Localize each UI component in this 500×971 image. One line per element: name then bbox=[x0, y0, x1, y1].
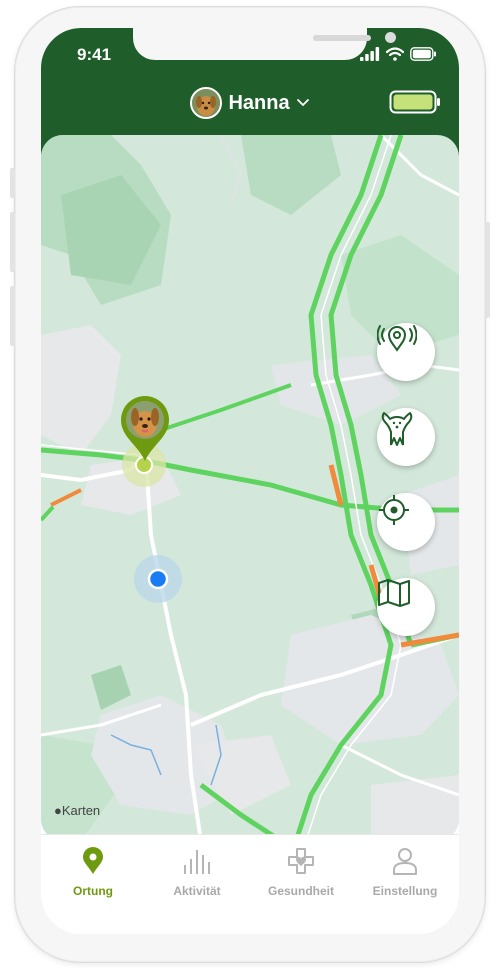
pet-pin-icon bbox=[121, 396, 169, 461]
map-attribution: ●Karten bbox=[54, 803, 100, 818]
pet-location-marker[interactable] bbox=[118, 393, 172, 463]
map-icon bbox=[378, 579, 410, 607]
tab-aktivitaet[interactable]: Aktivität bbox=[145, 847, 249, 898]
pet-focus-button[interactable] bbox=[377, 408, 435, 466]
health-cross-icon bbox=[288, 848, 314, 874]
tracker-battery-icon bbox=[389, 90, 440, 114]
phone-volume-up bbox=[10, 212, 15, 272]
tab-aktivitaet-label: Aktivität bbox=[173, 884, 221, 898]
map-attribution-label: Karten bbox=[61, 803, 101, 818]
phone-mute-switch bbox=[10, 168, 15, 198]
bottom-tab-bar: Ortung Aktivität Gesundheit Einstellung bbox=[41, 834, 459, 934]
chevron-down-icon bbox=[296, 99, 309, 107]
phone-battery-icon bbox=[410, 47, 436, 61]
tab-ortung[interactable]: Ortung bbox=[41, 847, 145, 898]
activity-bars-icon bbox=[184, 850, 210, 874]
my-location-button[interactable] bbox=[377, 493, 435, 551]
pet-name-label: Hanna bbox=[228, 91, 290, 114]
signal-icon bbox=[360, 47, 380, 61]
map-canvas bbox=[41, 135, 459, 841]
map-view[interactable]: ●Karten bbox=[41, 135, 459, 841]
wifi-icon bbox=[386, 47, 404, 61]
app-screen: 9:41 Hanna ●Karten Ortung Aktivität Gesu… bbox=[41, 28, 459, 934]
map-type-button[interactable] bbox=[377, 578, 435, 636]
front-camera bbox=[385, 32, 396, 43]
apple-logo-icon: ● bbox=[54, 803, 62, 818]
dog-icon bbox=[381, 412, 413, 446]
status-time: 9:41 bbox=[77, 45, 112, 64]
location-signal-icon bbox=[377, 325, 417, 352]
tab-einstellung-label: Einstellung bbox=[372, 884, 438, 898]
tab-einstellung[interactable]: Einstellung bbox=[353, 847, 457, 898]
tab-ortung-label: Ortung bbox=[73, 884, 113, 898]
geofence-button[interactable] bbox=[377, 323, 435, 381]
tab-gesundheit[interactable]: Gesundheit bbox=[249, 847, 353, 898]
crosshair-icon bbox=[379, 495, 409, 525]
device-notch bbox=[133, 28, 396, 60]
tab-gesundheit-label: Gesundheit bbox=[267, 884, 334, 898]
person-icon bbox=[393, 848, 417, 875]
phone-power-button bbox=[485, 222, 490, 318]
phone-volume-down bbox=[10, 286, 15, 346]
tracker-battery-indicator bbox=[389, 90, 441, 119]
pet-avatar bbox=[190, 87, 223, 119]
location-pin-icon bbox=[83, 847, 103, 874]
dog-photo-icon bbox=[192, 89, 221, 117]
status-icons bbox=[360, 44, 437, 64]
speaker-grille bbox=[313, 35, 371, 41]
